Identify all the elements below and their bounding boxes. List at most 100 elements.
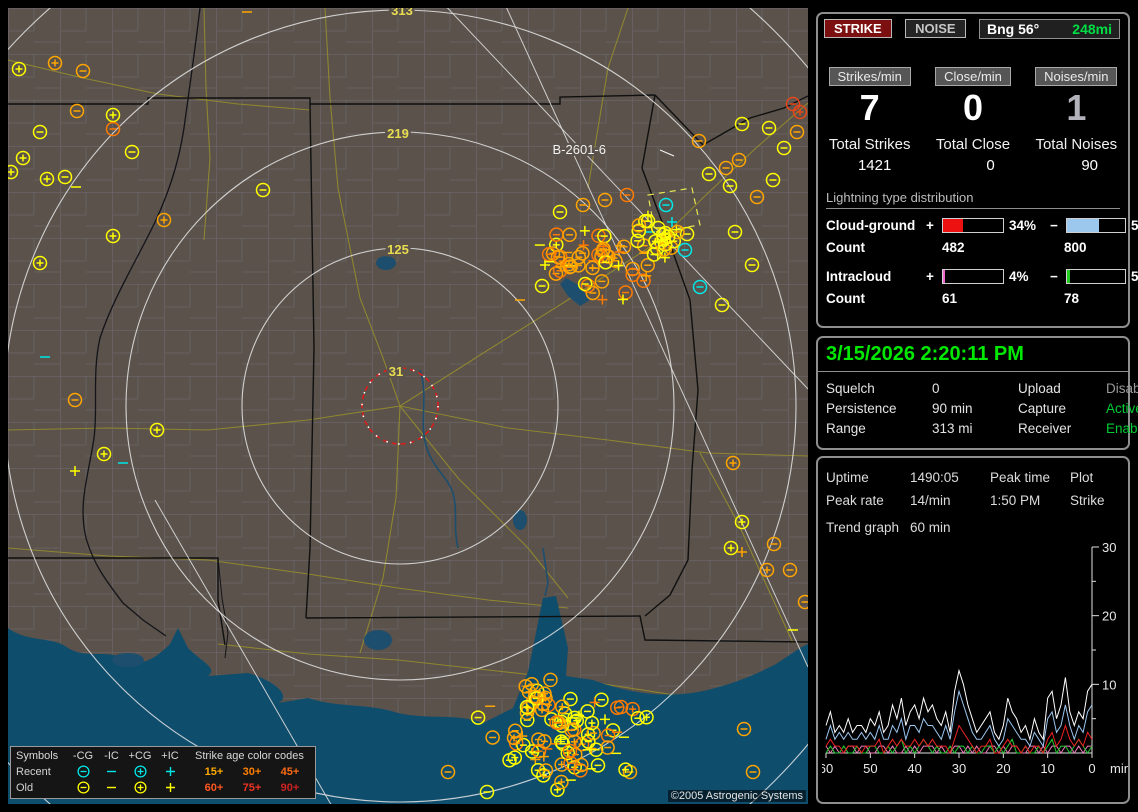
ic-plus-count: 61 (942, 290, 958, 306)
uptime-value: 1490:05 (910, 470, 959, 485)
receiver-label: Receiver (1018, 421, 1072, 436)
capture-label: Capture (1018, 401, 1067, 416)
old-cg-pos-icon (125, 780, 155, 795)
range-value: 313 mi (932, 421, 973, 436)
map-legend: Symbols -CG -IC +CG +IC Strike age color… (10, 746, 316, 799)
persistence-label: Persistence (826, 401, 897, 416)
squelch-label: Squelch (826, 381, 875, 396)
noises-rate-value: 1 (1066, 87, 1087, 128)
ic-minus-count: 78 (1064, 290, 1080, 306)
ic-minus-bar (1066, 268, 1126, 284)
ic-count-label: Count (826, 290, 865, 306)
capture-value: Active (1106, 401, 1138, 416)
app-window: B-2601-6 313 219 125 31 Symbols -CG -IC +CG… (0, 0, 1138, 812)
legend-age-header: Strike age color codes (195, 750, 304, 762)
svg-text:10: 10 (1040, 761, 1054, 776)
bearing-distance: 248mi (1072, 21, 1112, 37)
trend-chart: 10 20 30 60 50 40 30 20 10 0 min (822, 537, 1128, 789)
receiver-value: Enabled (1106, 421, 1138, 436)
range-label: Range (826, 421, 866, 436)
recent-cg-neg-icon (68, 764, 98, 779)
cg-plus-count: 482 (942, 239, 965, 255)
peak-rate-value: 14/min (910, 493, 951, 508)
svg-text:30: 30 (1102, 540, 1116, 555)
close-counter: Close/min 0 Total Close 0 (921, 67, 1024, 174)
plot-value: Strike (1070, 493, 1105, 508)
copyright-text: ©2005 Astrogenic Systems (667, 790, 806, 802)
trend-panel: Uptime 1490:05 Peak time Plot Peak rate … (816, 456, 1130, 804)
close-rate-value: 0 (962, 87, 983, 128)
svg-text:219: 219 (387, 126, 409, 141)
strike-counters-panel: STRIKE NOISE Bng 56° 248mi Strikes/min 7… (816, 12, 1138, 328)
svg-text:min: min (1110, 761, 1128, 776)
total-strikes-label: Total Strikes (828, 135, 911, 153)
svg-text:20: 20 (1102, 609, 1116, 624)
strikes-rate-value: 7 (859, 87, 880, 128)
age-75: 75+ (242, 781, 262, 794)
close-per-min-chip[interactable]: Close/min (935, 67, 1011, 86)
uptime-label: Uptime (826, 470, 869, 485)
cloud-ground-row: Cloud-ground + 34% − 56% (826, 217, 1138, 233)
persistence-value: 90 min (932, 401, 973, 416)
lightning-map[interactable]: B-2601-6 313 219 125 31 (8, 8, 808, 804)
stats-grid: Uptime 1490:05 Peak time Plot Peak rate … (818, 458, 1128, 512)
total-close-label: Total Close (935, 135, 1011, 153)
recent-ic-neg-icon (98, 764, 125, 779)
ic-plus-bar (942, 268, 1004, 284)
old-cg-neg-icon (68, 780, 98, 795)
peak-time-value: 1:50 PM (990, 493, 1041, 508)
legend-row-recent-label: Recent (16, 765, 51, 778)
svg-text:313: 313 (391, 8, 413, 18)
legend-col-ic-neg: -IC (104, 750, 119, 762)
bearing-label: Bng 56° (987, 21, 1040, 37)
recent-cg-pos-icon (125, 764, 155, 779)
legend-col-cg-neg: -CG (72, 750, 94, 762)
system-status-panel: 3/15/2026 2:20:11 PM Squelch 0 Upload Di… (816, 336, 1138, 450)
age-30: 30+ (242, 765, 262, 778)
cg-plus-sign: + (926, 217, 934, 233)
total-noises-value: 90 (1081, 156, 1098, 174)
map-panel[interactable]: B-2601-6 313 219 125 31 Symbols -CG -IC +CG… (8, 8, 808, 804)
status-grid: Squelch 0 Upload Disabled Persistence 90… (818, 372, 1138, 439)
svg-text:10: 10 (1102, 677, 1116, 692)
cg-minus-count: 800 (1064, 239, 1087, 255)
total-noises-label: Total Noises (1035, 135, 1118, 153)
bearing-readout: Bng 56° 248mi (979, 19, 1120, 39)
cg-minus-sign: − (1050, 217, 1058, 233)
legend-row-old-label: Old (16, 781, 34, 794)
cg-count-label: Count (826, 239, 865, 255)
rate-counters: Strikes/min 7 Total Strikes 1421 Close/m… (818, 67, 1128, 174)
age-90: 90+ (280, 781, 300, 794)
plot-label: Plot (1070, 470, 1094, 485)
cg-plus-bar (942, 217, 1004, 233)
distribution-title: Lightning type distribution (826, 190, 1120, 209)
peak-rate-label: Peak rate (826, 493, 884, 508)
legend-col-ic-pos: +IC (161, 750, 179, 762)
age-60: 60+ (204, 781, 224, 794)
noises-counter: Noises/min 1 Total Noises 90 (1025, 67, 1128, 174)
strikes-counter: Strikes/min 7 Total Strikes 1421 (818, 67, 921, 174)
svg-text:B-2601-6: B-2601-6 (553, 142, 606, 157)
intracloud-label: Intracloud (826, 268, 892, 284)
age-15: 15+ (204, 765, 224, 778)
noises-per-min-chip[interactable]: Noises/min (1035, 67, 1118, 86)
noise-button[interactable]: NOISE (905, 19, 966, 38)
ic-plus-pct: 4% (1009, 268, 1029, 284)
strike-button[interactable]: STRIKE (824, 19, 892, 38)
trend-graph-value[interactable]: 60 min (910, 520, 1120, 535)
ic-minus-sign: − (1050, 268, 1058, 284)
cg-minus-pct: 56% (1131, 217, 1138, 233)
svg-text:60: 60 (822, 761, 833, 776)
old-ic-neg-icon (98, 780, 125, 795)
strikes-per-min-chip[interactable]: Strikes/min (828, 67, 911, 86)
cloud-ground-count-row: Count 482 800 (826, 240, 1120, 255)
legend-symbols-header: Symbols (16, 750, 59, 762)
old-ic-pos-icon (155, 780, 185, 795)
upload-label: Upload (1018, 381, 1061, 396)
age-45: 45+ (280, 765, 300, 778)
total-strikes-value: 1421 (857, 156, 892, 174)
datetime-display: 3/15/2026 2:20:11 PM (818, 338, 1128, 372)
trend-graph-label: Trend graph (826, 520, 900, 535)
legend-col-cg-pos: +CG (128, 750, 152, 762)
svg-text:31: 31 (389, 364, 403, 379)
